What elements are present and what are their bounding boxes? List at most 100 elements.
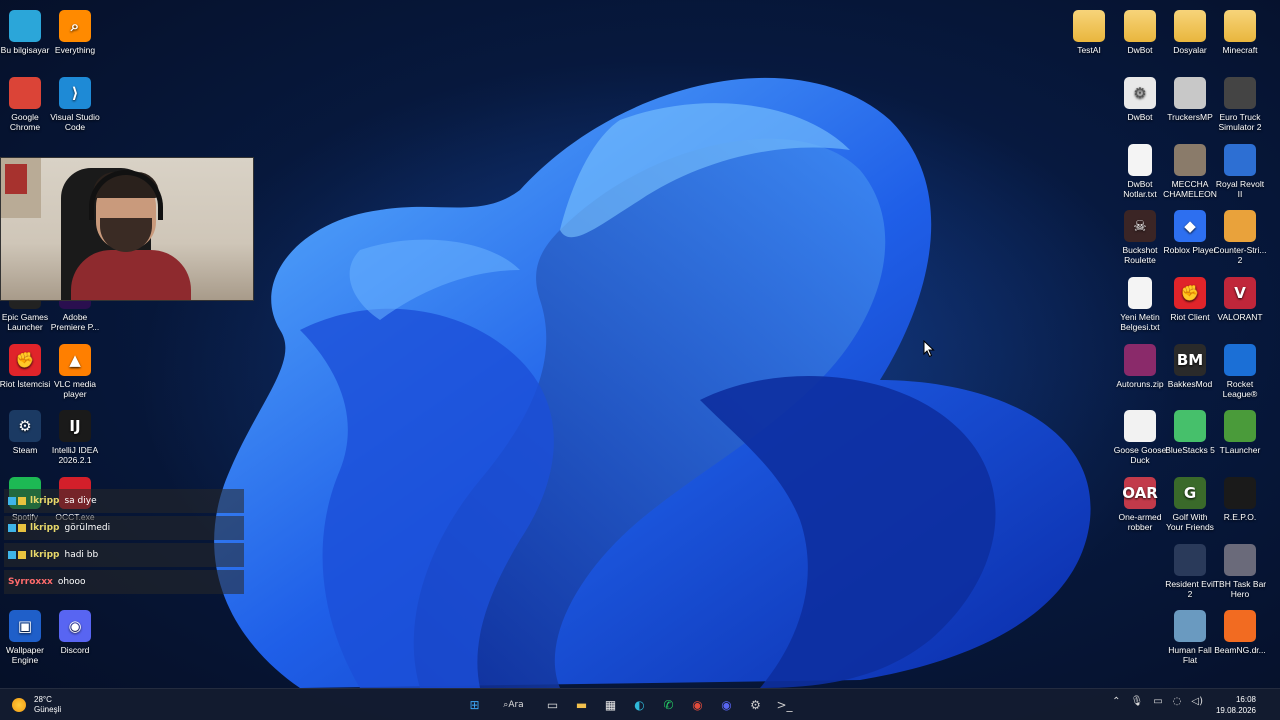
chat-username: Syrroxxx [8,577,53,587]
terminal-button[interactable]: >_ [772,692,798,718]
desktop-icon-right-21[interactable]: TLauncher [1215,406,1265,455]
desktop-icon-label: Human Fall Flat [1168,645,1212,665]
desktop-icon-label: Golf With Your Friends [1166,512,1214,532]
desktop-icon-right-17[interactable]: BM BakkesMod [1165,340,1215,389]
chat-username: lkripp [30,523,60,533]
desktop-icon-label: Roblox Player [1163,245,1217,255]
desktop-icon-right-28[interactable]: BeamNG.dr... [1214,606,1266,655]
desktop-icon-right-12[interactable]: Counter-Stri... 2 [1213,206,1267,265]
terminal-icon: >_ [776,698,793,712]
desktop-icon-label: DwBot Notlar.txt [1123,179,1157,199]
store-button[interactable]: ▦ [598,692,624,718]
resident-evil-icon [1174,544,1206,576]
chat-message: lkripp hadi bb [4,543,244,567]
start-button[interactable]: ⊞ [462,692,488,718]
display-icon[interactable]: ▭ [1153,696,1162,707]
desktop-icon-right-2[interactable]: Dosyalar [1165,6,1215,55]
desktop-icon-right-26[interactable]: TBH Task Bar Hero [1214,540,1266,599]
desktop-icon-label: VALORANT [1217,312,1263,322]
desktop-icon-left-3[interactable]: ⟩ Visual Studio Code [50,73,100,132]
edge-button[interactable]: ◐ [627,692,653,718]
steam-icon: ⚙ [9,410,41,442]
desktop-icon-label: Dosyalar [1173,45,1207,55]
desktop-icon-right-7[interactable]: DwBot Notlar.txt [1115,140,1165,199]
weather-desc: Güneşli [34,705,62,714]
chrome-button[interactable]: ◉ [685,692,711,718]
desktop-icon-right-3[interactable]: Minecraft [1215,6,1265,55]
chrome-icon: ◉ [692,698,703,712]
desktop-icon-right-16[interactable]: Autoruns.zip [1115,340,1165,389]
desktop-icon-right-25[interactable]: Resident Evil 2 [1165,540,1215,599]
desktop-icon-label: DwBot [1127,112,1153,122]
desktop-icon-label: Counter-Stri... 2 [1213,245,1267,265]
desktop-icon-left-9[interactable]: IJ IntelliJ IDEA 2026.2.1 [50,406,100,465]
desktop-icon-label: TruckersMP [1167,112,1213,122]
riot-icon: ✊ [9,344,41,376]
desktop-icon-left-7[interactable]: ▲ VLC media player [50,340,100,399]
microphone-icon[interactable]: 🎙︎ [1131,696,1144,707]
desktop-icon-label: Autoruns.zip [1116,379,1164,389]
bluestacks-icon [1174,410,1206,442]
game-icon [1224,144,1256,176]
desktop-icon-right-13[interactable]: Yeni Metin Belgesi.txt [1115,273,1165,332]
desktop-icon-right-22[interactable]: OAR One-armed robber [1115,473,1165,532]
clock[interactable]: 16:08 19.08.2026 [1216,694,1256,716]
desktop-icon-label: Riot Client [1170,312,1210,322]
chevron-up-icon[interactable]: ⌃ [1112,696,1120,707]
desktop-icon-right-20[interactable]: BlueStacks 5 [1165,406,1215,455]
desktop-icon-label: Goose Goose Duck [1113,445,1167,465]
desktop-icon-left-8[interactable]: ⚙ Steam [0,406,50,455]
desktop-icon-right-14[interactable]: ✊ Riot Client [1165,273,1215,322]
desktop-icon-left-0[interactable]: Bu bilgisayar [0,6,50,55]
desktop-icon-right-5[interactable]: TruckersMP [1165,73,1215,122]
task-view-button[interactable]: ▭ [540,692,566,718]
desktop-icon-right-6[interactable]: Euro Truck Simulator 2 [1215,73,1265,132]
folder-icon [1073,10,1105,42]
file-explorer-button[interactable]: ▬ [569,692,595,718]
discord-icon: ◉ [721,698,732,712]
game-icon [1174,144,1206,176]
desktop-icon-right-15[interactable]: V VALORANT [1215,273,1265,322]
desktop-icon-right-19[interactable]: Goose Goose Duck [1113,406,1167,465]
desktop-icon-right-1[interactable]: DwBot [1115,6,1165,55]
desktop-icon-label: Epic Games Launcher [1,312,49,332]
desktop-icon-label: Riot İstemcisi [0,379,51,389]
desktop-icon-right-23[interactable]: G Golf With Your Friends [1165,473,1215,532]
skull-icon: ☠ [1124,210,1156,242]
chat-username: lkripp [30,496,60,506]
whatsapp-button[interactable]: ✆ [656,692,682,718]
show-desktop-button[interactable] [1270,695,1276,715]
desktop-icon-left-12[interactable]: ▣ Wallpaper Engine [0,606,50,665]
desktop-icon-left-2[interactable]: Google Chrome [0,73,50,132]
desktop-icon-right-8[interactable]: MECCHA CHAMELEON [1163,140,1217,199]
search-button[interactable]: ⌕ Ara [491,692,537,718]
desktop-icon-right-27[interactable]: Human Fall Flat [1165,606,1215,665]
network-icon[interactable]: ◌ [1173,696,1182,707]
desktop-icon-right-18[interactable]: Rocket League® [1215,340,1265,399]
rocket-league-icon [1224,344,1256,376]
desktop-icon-label: VLC media player [53,379,97,399]
taskbar: 28°C Güneşli ⊞ ⌕ Ara ▭ ▬ ▦ ◐ ✆ ◉ ◉ ⚙ >_ ⌃ 🎙︎ ▭ ◌ ◁… [0,688,1280,720]
desktop-icon-label: BakkesMod [1167,379,1213,389]
discord-button[interactable]: ◉ [714,692,740,718]
weather-widget[interactable]: 28°C Güneşli [12,695,61,715]
desktop-icon-left-6[interactable]: ✊ Riot İstemcisi [0,340,50,389]
chat-text: görülmedi [64,523,111,533]
desktop-icon-left-13[interactable]: ◉ Discord [50,606,100,655]
desktop-icon-right-0[interactable]: TestAI [1064,6,1114,55]
desktop-icon-left-1[interactable]: ⌕ Everything [50,6,100,55]
discord-icon: ◉ [59,610,91,642]
steam-button[interactable]: ⚙ [743,692,769,718]
desktop-icon-right-4[interactable]: ⚙ DwBot [1115,73,1165,122]
desktop-icon-label: IntelliJ IDEA 2026.2.1 [51,445,99,465]
vlc-icon: ▲ [59,344,91,376]
desktop-icon-right-9[interactable]: Royal Revolt II [1215,140,1265,199]
steam-icon: ⚙ [750,698,761,712]
desktop-icon-label: Buckshot Roulette [1122,245,1158,265]
volume-icon[interactable]: ◁) [1191,696,1203,707]
desktop-icon-right-10[interactable]: ☠ Buckshot Roulette [1115,206,1165,265]
desktop-icon-right-11[interactable]: ◆ Roblox Player [1163,206,1217,255]
desktop-icon-label: Bu bilgisayar [0,45,50,55]
desktop-icon-label: Discord [60,645,90,655]
desktop-icon-right-24[interactable]: R.E.P.O. [1215,473,1265,522]
